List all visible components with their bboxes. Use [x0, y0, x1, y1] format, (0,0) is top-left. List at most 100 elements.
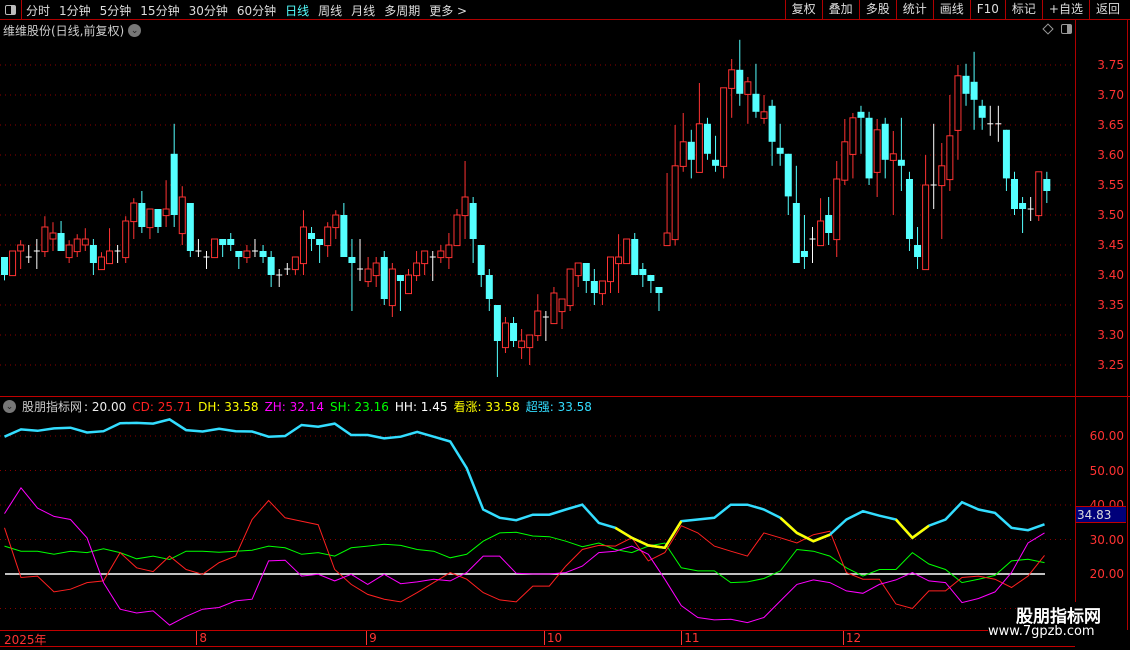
candle: [881, 117, 889, 179]
candle: [299, 210, 307, 275]
candle: [211, 238, 219, 259]
panel-toggle-button[interactable]: [0, 0, 22, 19]
watermark-url: www.7gpzb.com: [988, 624, 1095, 639]
candle: [340, 203, 348, 257]
candle: [962, 63, 970, 106]
price-tick-label: 3.35: [1097, 298, 1124, 312]
candle: [615, 234, 623, 293]
candle: [930, 123, 937, 209]
series-看涨-segment: [779, 516, 831, 543]
candle: [332, 210, 340, 239]
candle: [195, 239, 202, 257]
candle: [558, 298, 566, 329]
candle: [501, 317, 509, 353]
candle: [647, 275, 655, 293]
tab-7[interactable]: 周线: [318, 2, 342, 19]
candle: [1043, 171, 1051, 203]
candle: [518, 329, 526, 359]
candle: [219, 239, 227, 257]
tab-3[interactable]: 15分钟: [140, 2, 179, 19]
layout-toggle-icon[interactable]: [1061, 24, 1072, 34]
panel-toggle-icon: [5, 4, 16, 15]
tab-1[interactable]: 1分钟: [59, 2, 91, 19]
candle: [679, 113, 687, 172]
price-tick-label: 3.65: [1097, 118, 1124, 132]
tab-9[interactable]: 多周期: [384, 2, 420, 19]
toolbar-buttons: 复权 叠加 多股 统计 画线 F10 标记 +自选 返回: [784, 0, 1126, 19]
diamond-icon[interactable]: [1042, 23, 1054, 35]
series-ZH: [4, 486, 1045, 626]
candle: [203, 251, 210, 269]
scroll-strip[interactable]: [1127, 20, 1128, 630]
candle: [574, 262, 582, 287]
candle: [768, 99, 776, 166]
indicator-chart[interactable]: [0, 397, 1075, 630]
date-label: 2025年: [4, 633, 47, 647]
toolbar-button-8[interactable]: 返回: [1088, 0, 1126, 19]
toolbar-button-0[interactable]: 复权: [784, 0, 822, 19]
candle: [357, 239, 364, 281]
toolbar-button-6[interactable]: 标记: [1004, 0, 1042, 19]
candle: [162, 180, 170, 227]
candle: [485, 269, 493, 311]
candle: [590, 269, 598, 305]
price-tick-label: 3.60: [1097, 148, 1124, 162]
candle: [1027, 197, 1034, 221]
candle: [1, 257, 8, 281]
candle: [17, 240, 25, 269]
price-tick-label: 3.75: [1097, 58, 1124, 72]
candle: [138, 191, 146, 233]
candle: [792, 165, 800, 263]
candle: [186, 203, 194, 257]
stock-title: 维维股份(日线,前复权): [3, 24, 125, 38]
toolbar-button-2[interactable]: 多股: [858, 0, 896, 19]
toolbar-button-5[interactable]: F10: [969, 0, 1005, 19]
candle: [784, 153, 792, 215]
tab-8[interactable]: 月线: [351, 2, 375, 19]
tab-2[interactable]: 5分钟: [100, 2, 132, 19]
toolbar-button-4[interactable]: 画线: [932, 0, 970, 19]
tab-5[interactable]: 60分钟: [237, 2, 276, 19]
candle: [582, 263, 590, 293]
chart-title: 维维股份(日线,前复权) ⌄: [3, 22, 142, 39]
candle: [639, 263, 647, 287]
candle: [33, 239, 40, 269]
candle: [631, 233, 639, 275]
candle: [445, 233, 453, 269]
date-label: 10: [543, 631, 562, 645]
date-label: 12: [842, 631, 861, 645]
price-tick-label: 3.40: [1097, 268, 1124, 282]
candle: [1002, 129, 1010, 191]
price-tick-label: 3.45: [1097, 238, 1124, 252]
toolbar-button-3[interactable]: 统计: [895, 0, 933, 19]
tab-10[interactable]: 更多 >: [429, 2, 467, 19]
candle: [388, 263, 396, 317]
toolbar-button-1[interactable]: 叠加: [821, 0, 859, 19]
candle: [477, 245, 485, 287]
candle: [178, 186, 186, 245]
chevron-down-icon[interactable]: ⌄: [128, 24, 142, 37]
top-toolbar: 分时 1分钟 5分钟 15分钟 30分钟 60分钟 日线 周线 月线 多周期 更多 > 复权 叠加 多股…: [0, 0, 1130, 20]
candle: [316, 239, 324, 263]
candle: [526, 334, 534, 365]
candle: [73, 234, 81, 257]
axis-divider: [1075, 20, 1076, 630]
candle: [954, 65, 962, 160]
toolbar-button-7[interactable]: +自选: [1041, 0, 1089, 19]
price-tick-label: 3.30: [1097, 328, 1124, 342]
tab-6[interactable]: 日线: [285, 2, 309, 19]
candle: [978, 99, 986, 130]
candle: [461, 161, 469, 239]
candle: [251, 239, 258, 257]
candle: [712, 135, 720, 172]
candle: [146, 208, 154, 239]
candlestick-chart[interactable]: [0, 38, 1075, 396]
tab-0[interactable]: 分时: [26, 2, 50, 19]
candle: [1011, 171, 1018, 215]
series-超强: [3, 418, 1045, 550]
candle: [905, 171, 913, 251]
tab-4[interactable]: 30分钟: [189, 2, 228, 19]
candle: [800, 215, 808, 269]
date-axis-top-border: [0, 630, 1075, 631]
candle: [720, 87, 728, 179]
